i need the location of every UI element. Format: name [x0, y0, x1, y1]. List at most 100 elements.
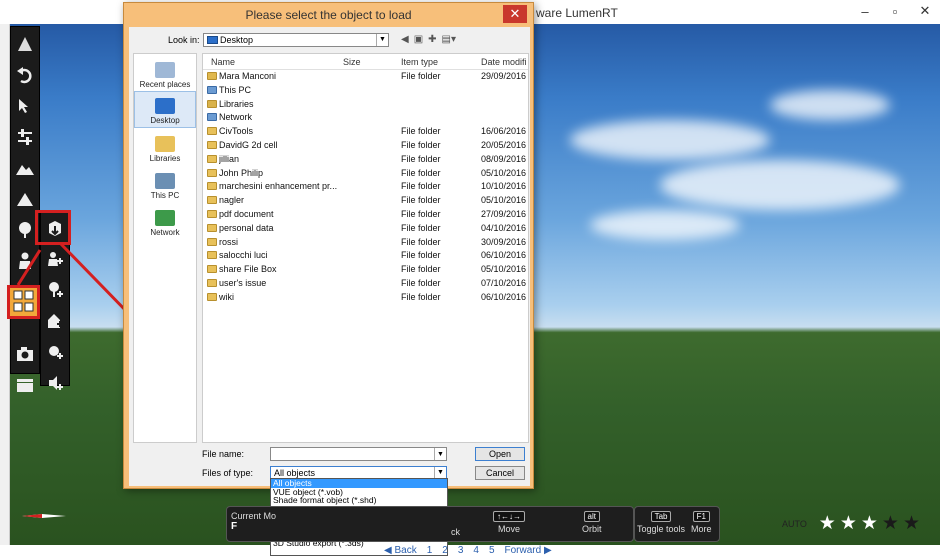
list-item[interactable]: CivTools File folder 16/06/2016	[203, 125, 528, 139]
camera-icon[interactable]	[11, 340, 39, 368]
column-date[interactable]: Date modifi	[481, 57, 527, 67]
adjust-sliders-icon[interactable]	[11, 123, 39, 151]
quality-rating[interactable]: ★ ★ ★ ★ ★	[819, 512, 920, 535]
mountain-icon[interactable]	[11, 185, 39, 213]
page-link[interactable]: 1	[427, 545, 433, 556]
list-item[interactable]: John Philip File folder 05/10/2016	[203, 167, 528, 181]
back-icon[interactable]: ◀	[401, 34, 409, 45]
star-icon[interactable]: ★	[882, 512, 899, 535]
close-app-button[interactable]: ✕	[910, 0, 940, 22]
add-sound-icon[interactable]	[41, 369, 69, 397]
cell-name: Mara Manconi	[219, 71, 277, 81]
list-item[interactable]: Mara Manconi File folder 29/09/2016	[203, 70, 528, 84]
undo-icon[interactable]	[11, 61, 39, 89]
move-label: Move	[497, 524, 520, 534]
dialog-close-button[interactable]: ✕	[503, 5, 527, 23]
open-button[interactable]: Open	[475, 447, 525, 461]
list-item[interactable]: rossi File folder 30/09/2016	[203, 236, 528, 250]
new-folder-icon[interactable]: ✚	[428, 34, 436, 45]
select-move-icon[interactable]	[11, 92, 39, 120]
look-in-label: Look in:	[168, 35, 200, 45]
place-label: Libraries	[149, 154, 181, 163]
more-hint: F1 More	[691, 511, 712, 534]
add-building-icon[interactable]	[41, 307, 69, 335]
current-mode: Current Mo F	[231, 511, 276, 532]
list-item[interactable]: personal data File folder 04/10/2016	[203, 222, 528, 236]
cancel-button[interactable]: Cancel	[475, 466, 525, 480]
list-item[interactable]: Network	[203, 111, 528, 125]
file-list[interactable]: Name Size Item type Date modifi Mara Man…	[202, 53, 529, 443]
add-person-icon[interactable]	[41, 245, 69, 273]
cell-name: This PC	[219, 84, 252, 95]
page-link[interactable]: 3	[458, 545, 464, 556]
star-icon[interactable]: ★	[840, 512, 857, 535]
look-in-select[interactable]: Desktop ▼	[203, 33, 389, 47]
folder-icon	[207, 292, 217, 301]
chevron-down-icon[interactable]: ▼	[434, 448, 446, 460]
list-item[interactable]: This PC	[203, 84, 528, 98]
list-item[interactable]: jillian File folder 08/09/2016	[203, 153, 528, 167]
file-name-input[interactable]: ▼	[270, 447, 447, 461]
place-network[interactable]: Network	[134, 202, 196, 239]
home-tool-icon[interactable]	[11, 30, 39, 58]
status-bar: Current Mo F ck ↑←↓→ Move alt Orbit	[226, 506, 634, 542]
folder-icon	[207, 168, 217, 177]
terrain-icon[interactable]	[11, 154, 39, 182]
files-of-type-value: All objects	[274, 468, 316, 478]
window-controls: – ▫ ✕	[850, 0, 940, 22]
load-object-highlight	[35, 210, 71, 245]
column-size[interactable]: Size	[343, 57, 361, 67]
list-item[interactable]: share File Box File folder 05/10/2016	[203, 263, 528, 277]
cell-date: 20/05/2016	[481, 139, 527, 150]
cell-name: personal data	[219, 222, 274, 233]
desktop-icon	[207, 36, 218, 44]
page-link[interactable]: ◀ Back	[384, 545, 417, 556]
cell-date: 05/10/2016	[481, 167, 527, 178]
star-icon[interactable]: ★	[819, 512, 836, 535]
cell-name: DavidG 2d cell	[219, 139, 278, 150]
folder-icon	[207, 237, 217, 246]
list-item[interactable]: salocchi luci File folder 06/10/2016	[203, 249, 528, 263]
cell-name: Network	[219, 112, 253, 123]
page-link[interactable]: Forward ▶	[505, 545, 552, 556]
star-icon[interactable]: ★	[903, 512, 920, 535]
list-item[interactable]: wiki File folder 06/10/2016	[203, 291, 528, 305]
chevron-down-icon[interactable]: ▼	[376, 34, 388, 46]
page-link[interactable]: 4	[473, 545, 479, 556]
toggle-tools-label: Toggle tools	[637, 524, 686, 534]
column-name[interactable]: Name	[211, 57, 235, 67]
place-label: Desktop	[150, 116, 180, 125]
objects-button-highlight[interactable]	[7, 285, 40, 319]
star-icon[interactable]: ★	[861, 512, 878, 535]
place-desktop[interactable]: Desktop	[134, 91, 196, 128]
add-tree-icon[interactable]	[41, 276, 69, 304]
list-item[interactable]: nagler File folder 05/10/2016	[203, 194, 528, 208]
list-item[interactable]: DavidG 2d cell File folder 20/05/2016	[203, 139, 528, 153]
list-item[interactable]: user's issue File folder 07/10/2016	[203, 277, 528, 291]
place-recent-places[interactable]: Recent places	[134, 54, 196, 91]
character-icon[interactable]	[11, 247, 39, 275]
dialog-title-bar[interactable]: Please select the object to load ✕	[124, 3, 533, 27]
minimize-button[interactable]: –	[850, 0, 880, 22]
up-folder-icon[interactable]: ▣	[414, 34, 423, 45]
view-menu-icon[interactable]: ▤▾	[442, 34, 456, 45]
page-link[interactable]: 5	[489, 545, 495, 556]
page-link[interactable]: 2	[442, 545, 448, 556]
folder-icon	[207, 223, 217, 232]
column-type[interactable]: Item type	[401, 57, 438, 67]
add-light-icon[interactable]	[41, 338, 69, 366]
place-libraries[interactable]: Libraries	[134, 128, 196, 165]
maximize-button[interactable]: ▫	[880, 0, 910, 22]
cell-type: File folder	[401, 126, 441, 137]
folder-icon	[207, 251, 217, 260]
app-title: ware LumenRT	[536, 6, 618, 20]
cell-date: 06/10/2016	[481, 291, 527, 302]
cell-type: File folder	[401, 208, 441, 219]
user-folder-icon	[207, 72, 217, 80]
list-item[interactable]: pdf document File folder 27/09/2016	[203, 208, 528, 222]
place-this-pc[interactable]: This PC	[134, 165, 196, 202]
cell-date: 10/10/2016	[481, 181, 527, 192]
list-item[interactable]: marchesini enhancement pr... File folder 1…	[203, 180, 528, 194]
list-item[interactable]: Libraries	[203, 98, 528, 112]
clapper-icon[interactable]	[11, 371, 39, 399]
